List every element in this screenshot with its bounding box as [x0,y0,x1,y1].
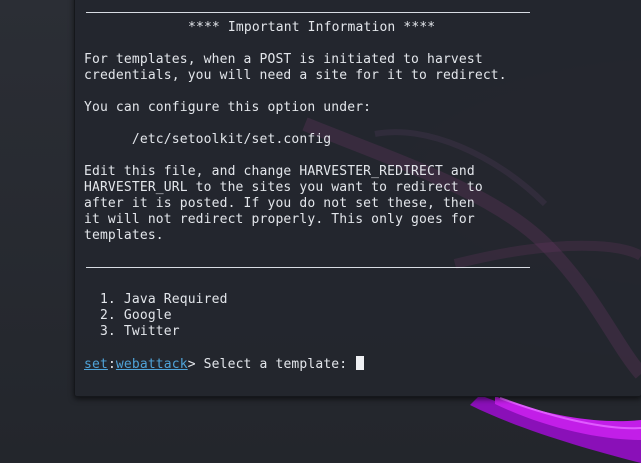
info-paragraph3-line1: Edit this file, and change HARVESTER_RED… [84,164,475,179]
top-divider [86,12,530,13]
menu-option-twitter: 3. Twitter [84,324,180,339]
menu-option-java-required: 1. Java Required [84,292,228,307]
config-path: /etc/setoolkit/set.config [84,132,332,147]
info-header-title: **** Important Information **** [188,20,436,35]
info-paragraph3-line5: templates. [84,228,164,243]
text-cursor[interactable] [356,356,365,370]
prompt-colon: : [107,357,116,372]
terminal-window[interactable]: **** Important Information **** For temp… [74,0,641,397]
menu-option-google: 2. Google [84,308,172,323]
command-prompt[interactable]: set:webattack> Select a template: [84,356,365,372]
info-paragraph2: You can configure this option under: [84,100,372,115]
bottom-divider [86,267,530,268]
info-paragraph3-line3: after it is posted. If you do not set th… [84,196,475,211]
info-paragraph3-line2: HARVESTER_URL to the sites you want to r… [84,180,483,195]
info-paragraph1-line2: credentials, you will need a site for it… [84,68,507,83]
info-paragraph1-line1: For templates, when a POST is initiated … [84,52,483,67]
prompt-module-link[interactable]: webattack [116,357,188,372]
info-paragraph3-line4: it will not redirect properly. This only… [84,212,475,227]
prompt-text: > Select a template: [187,357,356,372]
prompt-set-link[interactable]: set [84,357,108,372]
